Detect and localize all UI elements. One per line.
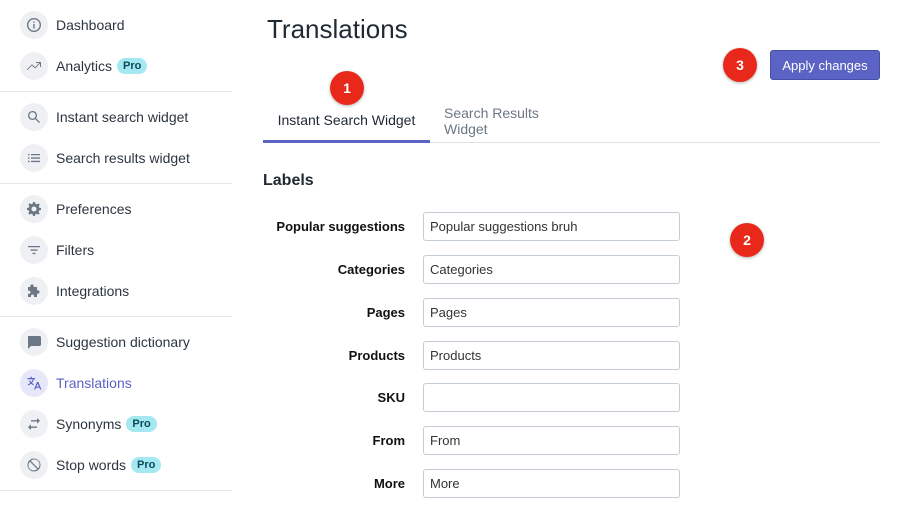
filter-icon (20, 235, 48, 264)
field-label: From (372, 432, 406, 448)
categories-field[interactable] (423, 254, 680, 284)
annotation-marker-2: 2 (730, 223, 764, 257)
info-icon (20, 10, 48, 39)
widget-tabs: Instant Search Widget Search Results Wid… (263, 99, 880, 143)
sku-field[interactable] (423, 382, 680, 412)
sidebar-item-synonyms[interactable]: Synonyms Pro (0, 403, 232, 444)
form-row-pages: Pages (263, 297, 703, 327)
sidebar-item-label: Instant search widget (56, 108, 189, 125)
form-row-sku: SKU (263, 382, 703, 412)
apply-changes-button[interactable]: Apply changes (770, 50, 880, 80)
annotation-marker-3: 3 (723, 48, 757, 82)
field-label: Products (348, 347, 405, 363)
nav-group-settings: Preferences Filters Integrations (0, 184, 232, 317)
sidebar-item-label: Search results widget (56, 149, 190, 166)
sidebar-item-label: Translations (56, 374, 132, 391)
popular-suggestions-field[interactable] (423, 211, 680, 241)
field-label: Pages (366, 304, 405, 320)
sidebar-item-label: Filters (56, 241, 95, 258)
form-row-categories: Categories (263, 254, 703, 284)
sidebar-item-translations[interactable]: Translations (0, 362, 232, 403)
field-label: Categories (337, 261, 405, 277)
sidebar-item-stop-words[interactable]: Stop words Pro (0, 444, 232, 485)
pro-badge: Pro (126, 415, 157, 432)
sidebar-item-integrations[interactable]: Integrations (0, 270, 232, 311)
tab-instant-search-widget[interactable]: Instant Search Widget (263, 99, 430, 143)
tab-search-results-widget[interactable]: Search Results Widget (430, 99, 598, 143)
list-icon (20, 143, 48, 172)
pro-badge: Pro (117, 57, 148, 74)
sidebar-item-search-results-widget[interactable]: Search results widget (0, 137, 232, 178)
nav-group-widgets: Instant search widget Search results wid… (0, 92, 232, 184)
translate-icon (20, 368, 48, 397)
field-label: SKU (377, 389, 405, 405)
sidebar-item-label: Stop words (56, 456, 127, 473)
pro-badge: Pro (131, 456, 162, 473)
sidebar-item-dashboard[interactable]: Dashboard (0, 4, 232, 45)
sidebar-item-label: Preferences (56, 200, 132, 217)
form-row-more: More (263, 468, 703, 498)
sidebar-item-analytics[interactable]: Analytics Pro (0, 45, 232, 86)
form-row-products: Products (263, 340, 703, 370)
trending-up-icon (20, 51, 48, 80)
sidebar-item-suggestion-dictionary[interactable]: Suggestion dictionary (0, 321, 232, 362)
sidebar: Dashboard Analytics Pro Instant search w… (0, 0, 232, 505)
chat-icon (20, 327, 48, 356)
products-field[interactable] (423, 340, 680, 370)
swap-icon (20, 409, 48, 438)
more-field[interactable] (423, 468, 680, 498)
from-field[interactable] (423, 425, 680, 455)
form-row-popular-suggestions: Popular suggestions (263, 211, 703, 241)
pages-field[interactable] (423, 297, 680, 327)
sidebar-item-preferences[interactable]: Preferences (0, 188, 232, 229)
gear-icon (20, 194, 48, 223)
block-icon (20, 450, 48, 479)
sidebar-item-label: Suggestion dictionary (56, 333, 190, 350)
page-title: Translations (267, 14, 408, 44)
sidebar-item-instant-search-widget[interactable]: Instant search widget (0, 96, 232, 137)
sidebar-item-filters[interactable]: Filters (0, 229, 232, 270)
field-label: More (373, 475, 405, 491)
sidebar-item-label: Integrations (56, 282, 130, 299)
field-label: Popular suggestions (276, 218, 405, 234)
puzzle-icon (20, 276, 48, 305)
section-title: Labels (263, 172, 314, 189)
nav-group-overview: Dashboard Analytics Pro (0, 0, 232, 92)
form-row-from: From (263, 425, 703, 455)
nav-group-content: Suggestion dictionary Translations Synon… (0, 317, 232, 491)
sidebar-item-label: Dashboard (56, 16, 125, 33)
search-icon (20, 102, 48, 131)
sidebar-item-label: Synonyms (56, 415, 122, 432)
sidebar-item-label: Analytics (56, 57, 113, 74)
